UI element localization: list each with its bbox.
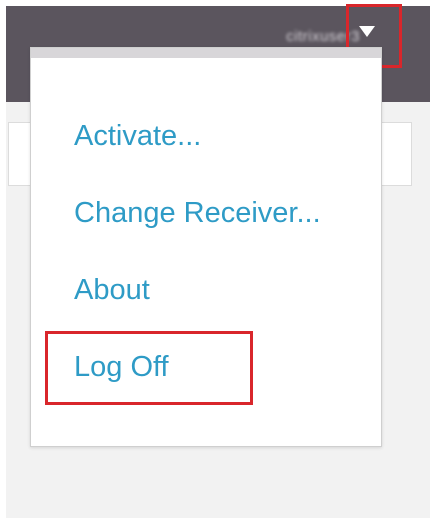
- log-off-highlight-box: [45, 331, 253, 405]
- menu-item-about[interactable]: About: [74, 274, 150, 307]
- menu-item-change-receiver[interactable]: Change Receiver...: [74, 197, 321, 230]
- user-dropdown-menu: Activate... Change Receiver... About Log…: [30, 47, 382, 447]
- menu-item-activate[interactable]: Activate...: [74, 120, 201, 153]
